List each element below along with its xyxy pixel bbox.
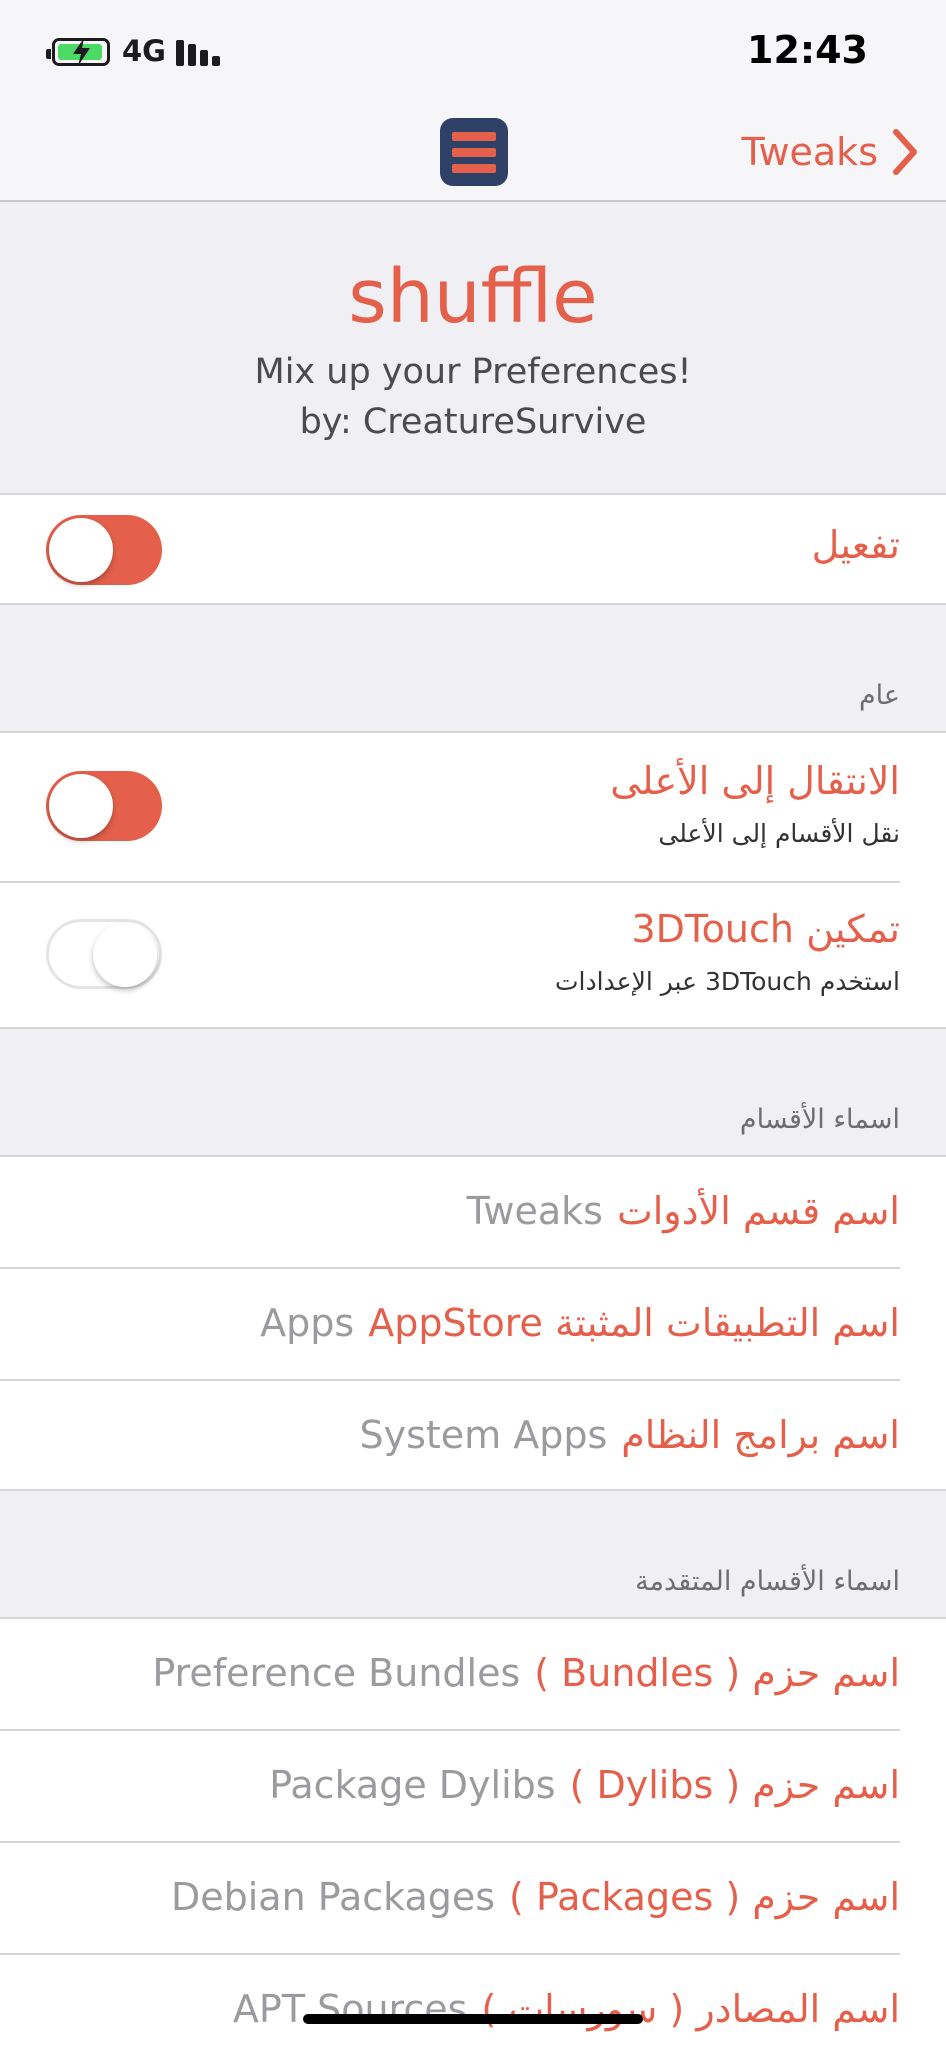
scroll-to-top-subtitle: نقل الأقسام إلى الأعلى <box>658 819 900 848</box>
tweaks-nav-button[interactable]: Tweaks <box>742 122 918 182</box>
3dtouch-subtitle: استخدم 3DTouch عبر الإعدادات <box>555 967 900 996</box>
field-label: اسم قسم الأدوات <box>616 1189 900 1233</box>
status-bar: 4G 12:43 <box>0 0 946 104</box>
tweak-header: shuffle Mix up your Preferences! by: Cre… <box>0 202 946 494</box>
page-subtitle: Mix up your Preferences! <box>254 352 692 392</box>
section-header-advanced-names: اسماء الأقسام المتقدمة <box>635 1566 900 1597</box>
list-item[interactable]: اسم برامج النظام System Apps <box>0 1381 946 1491</box>
3dtouch-title: تمكين 3DTouch <box>631 907 900 951</box>
field-label: اسم المصادر ( سورسات ) <box>481 1987 900 2031</box>
field-value[interactable]: Apps <box>260 1301 354 1345</box>
navigation-bar: Tweaks <box>0 104 946 202</box>
home-indicator[interactable] <box>303 2014 643 2024</box>
network-type: 4G <box>122 34 166 68</box>
field-value[interactable]: Tweaks <box>466 1189 602 1233</box>
field-value[interactable]: APT Sources <box>233 1987 468 2031</box>
enable-toggle[interactable] <box>46 515 162 585</box>
section-header-section-names: اسماء الأقسام <box>739 1104 900 1135</box>
page-title: shuffle <box>348 254 598 340</box>
list-item[interactable]: اسم حزم ( Bundles ) Preference Bundles <box>0 1619 946 1729</box>
list-item[interactable]: اسم التطبيقات المثبتة AppStore Apps <box>0 1269 946 1379</box>
field-label: اسم حزم ( Dylibs ) <box>569 1763 900 1807</box>
hamburger-list-icon <box>440 118 508 186</box>
field-label: اسم برامج النظام <box>621 1413 900 1457</box>
status-time: 12:43 <box>747 28 868 72</box>
enable-row[interactable]: تفعيل <box>0 495 946 605</box>
list-item[interactable]: اسم حزم ( Packages ) Debian Packages <box>0 1843 946 1953</box>
3dtouch-toggle[interactable] <box>46 919 162 989</box>
scroll-to-top-row[interactable]: الانتقال إلى الأعلى نقل الأقسام إلى الأع… <box>0 733 946 881</box>
signal-bars-icon <box>176 40 222 66</box>
field-value[interactable]: Debian Packages <box>171 1875 495 1919</box>
battery-charging-icon <box>46 38 110 66</box>
field-value[interactable]: Package Dylibs <box>269 1763 555 1807</box>
list-item[interactable]: اسم حزم ( Dylibs ) Package Dylibs <box>0 1731 946 1841</box>
scroll-to-top-toggle[interactable] <box>46 771 162 841</box>
field-label: اسم حزم ( Packages ) <box>509 1875 900 1919</box>
section-header-general: عام <box>858 680 900 711</box>
general-group: الانتقال إلى الأعلى نقل الأقسام إلى الأع… <box>0 731 946 1029</box>
tweaks-nav-label: Tweaks <box>741 130 878 174</box>
section-names-group: اسم قسم الأدوات Tweaks اسم التطبيقات الم… <box>0 1155 946 1491</box>
list-item[interactable]: اسم المصادر ( سورسات ) APT Sources <box>0 1955 946 2048</box>
field-value[interactable]: System Apps <box>359 1413 607 1457</box>
advanced-names-group: اسم حزم ( Bundles ) Preference Bundles ا… <box>0 1617 946 2048</box>
author-credit: by: CreatureSurvive <box>299 402 647 442</box>
3dtouch-row[interactable]: تمكين 3DTouch استخدم 3DTouch عبر الإعداد… <box>0 883 946 1029</box>
field-label: اسم حزم ( Bundles ) <box>534 1651 900 1695</box>
chevron-right-icon <box>893 129 917 175</box>
list-item[interactable]: اسم قسم الأدوات Tweaks <box>0 1157 946 1267</box>
enable-label: تفعيل <box>811 523 900 567</box>
scroll-to-top-title: الانتقال إلى الأعلى <box>610 759 900 803</box>
enable-group: تفعيل <box>0 493 946 605</box>
field-value[interactable]: Preference Bundles <box>152 1651 520 1695</box>
field-label: اسم التطبيقات المثبتة AppStore <box>368 1301 900 1345</box>
